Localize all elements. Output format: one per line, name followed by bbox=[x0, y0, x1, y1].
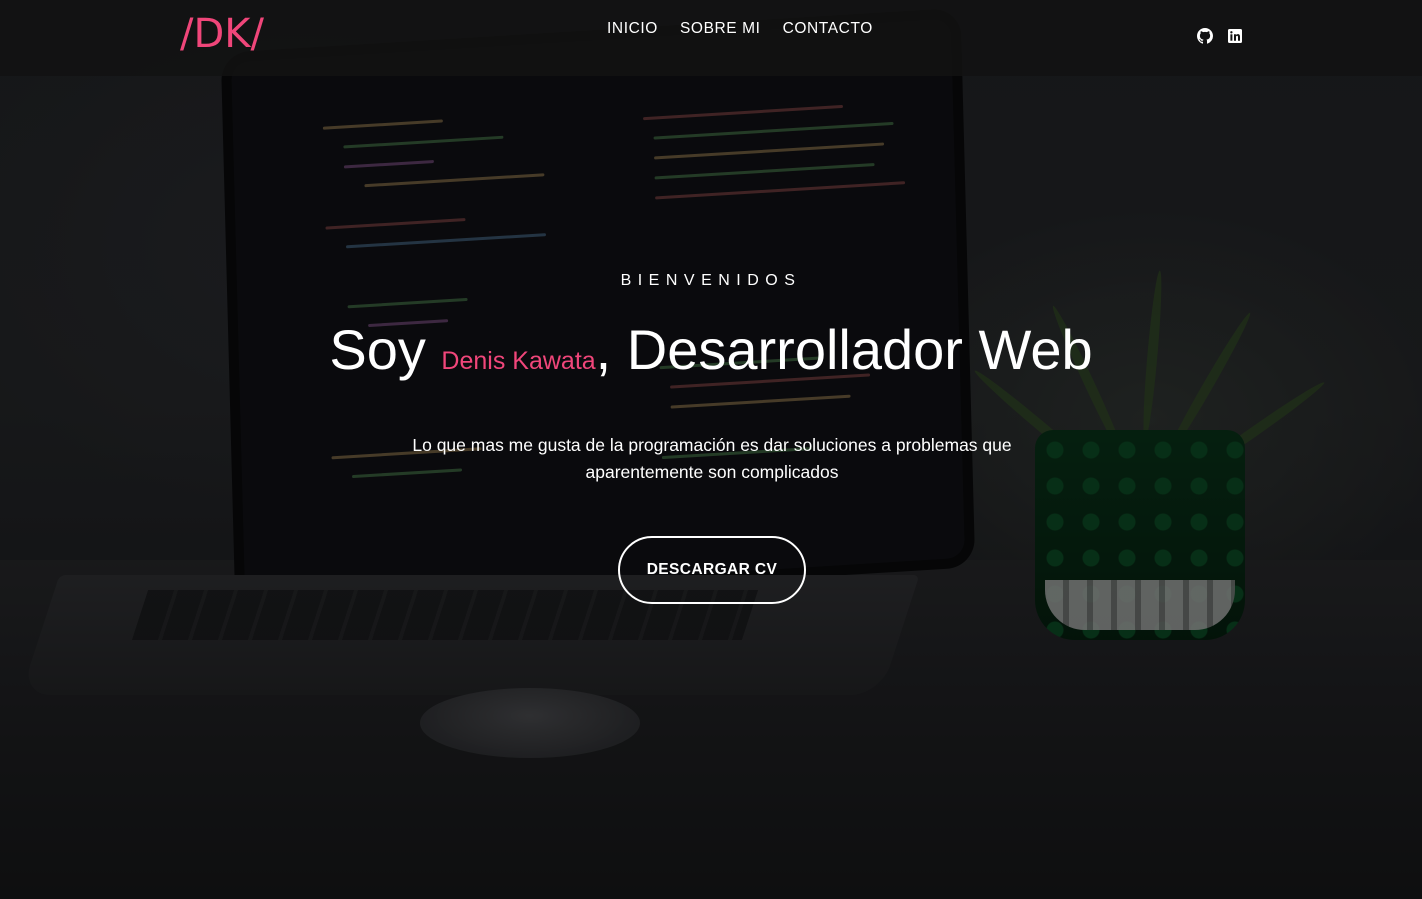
hero-headline: Soy Denis Kawata, Desarrollador Web bbox=[0, 314, 1422, 397]
linkedin-icon bbox=[1228, 29, 1242, 43]
nav-link-contacto[interactable]: CONTACTO bbox=[783, 18, 873, 40]
github-link[interactable] bbox=[1197, 27, 1213, 45]
welcome-label: BIENVENIDOS bbox=[620, 272, 802, 289]
navbar: /DK/ INICIO SOBRE MI CONTACTO bbox=[0, 0, 1422, 76]
nav-menu: INICIO SOBRE MI CONTACTO bbox=[607, 18, 895, 40]
download-cv-button[interactable]: DESCARGAR CV bbox=[618, 536, 806, 604]
hero-content: BIENVENIDOS Soy Denis Kawata, Desarrolla… bbox=[0, 0, 1422, 899]
developer-name: Denis Kawata bbox=[441, 347, 596, 375]
github-icon bbox=[1197, 28, 1213, 44]
headline-suffix: , Desarrollador Web bbox=[595, 318, 1093, 381]
hero-tagline: Lo que mas me gusta de la programación e… bbox=[412, 435, 1012, 482]
linkedin-link[interactable] bbox=[1227, 27, 1243, 45]
nav-link-inicio[interactable]: INICIO bbox=[607, 18, 658, 40]
nav-link-sobre-mi[interactable]: SOBRE MI bbox=[680, 18, 761, 40]
hero-section: /DK/ INICIO SOBRE MI CONTACTO BIENVENIDO… bbox=[0, 0, 1422, 899]
logo[interactable]: /DK/ bbox=[180, 8, 264, 60]
social-links bbox=[1197, 27, 1243, 45]
headline-prefix: Soy bbox=[329, 318, 442, 381]
